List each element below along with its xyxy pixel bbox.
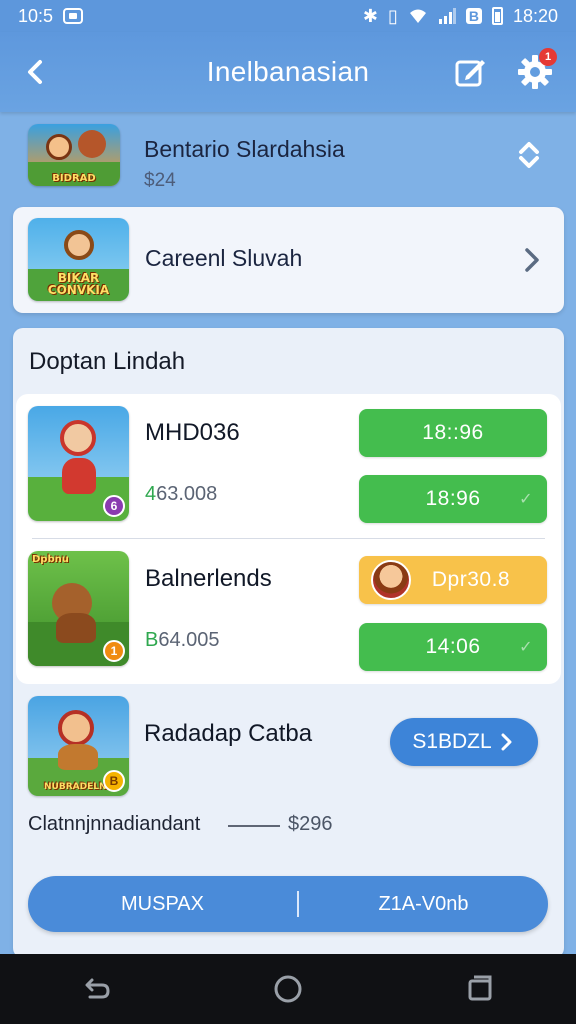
check-icon: ✓ [519,639,533,656]
edit-icon[interactable] [452,54,488,90]
right-action-button[interactable]: Z1A-V0nb [299,876,548,932]
total-label: Clatnnjnnadiandant [28,813,201,835]
game-thumbnail: BIKAR CONVKIA [28,218,129,301]
left-action-button[interactable]: MUSPAX [28,876,297,932]
current-game-card[interactable]: BIKAR CONVKIA Careenl Sluvah [13,207,564,313]
select-button[interactable]: S1BDZL [390,718,538,766]
status-time-left: 10:5 [18,5,54,26]
time-button[interactable]: 18:96 ✓ [359,475,547,523]
coin-badge: 6 [103,495,125,517]
bluetooth-icon: ✱ [362,5,378,26]
coin-badge: 1 [103,640,125,662]
signal-icon [438,8,456,24]
item-name: MHD036 [145,419,240,446]
settings-button[interactable]: 1 [515,48,557,92]
back-arrow-icon[interactable] [18,54,54,90]
item-name: Balnerlends [145,565,272,592]
chevron-right-icon [501,733,512,751]
battery-icon [491,7,503,25]
page-title: Inelbanasian [206,56,370,87]
time-button[interactable]: 14:06 ✓ [359,623,547,671]
game-title: Bentario Slardahsia [144,136,345,162]
panel-title: Doptan Lindah [29,348,186,375]
item-price: B64.005 [145,629,220,651]
game-thumbnail: BIDRAD [28,124,120,186]
avatar [371,560,411,600]
notification-badge: 1 [539,48,557,66]
vibrate-icon: ▯ [387,5,398,26]
game-thumbnail: NUBRADELNS B [28,696,129,796]
item-name: Radadap Catba [144,720,313,747]
sort-up-down-icon[interactable] [512,138,546,172]
bottom-action-bar: MUSPAX Z1A-V0nb [28,876,548,932]
chevron-right-icon [525,248,539,272]
options-list: 6 MHD036 463.008 18::96 18:96 ✓ Dpbnu 1 … [16,394,561,684]
notification-icon [63,8,84,24]
time-button[interactable]: 18::96 [359,409,547,457]
game-thumbnail: 6 [28,406,129,521]
app-bar: Inelbanasian 1 [0,32,576,112]
home-nav-icon[interactable] [268,969,308,1009]
system-nav-bar [0,954,576,1024]
current-game-label: Careenl Sluvah [145,245,303,271]
item-price: 463.008 [145,483,218,505]
status-time-right: 18:20 [512,5,558,26]
offer-button[interactable]: Dpr30.8 [359,556,547,604]
options-panel: Doptan Lindah 6 MHD036 463.008 18::96 18… [13,328,564,958]
recents-nav-icon[interactable] [460,969,500,1009]
data-icon: B [465,8,482,24]
divider [228,825,280,827]
selected-game-header: BIDRAD Bentario Slardahsia $24 [0,112,576,202]
back-nav-icon[interactable] [76,969,116,1009]
wifi-icon [409,9,426,23]
divider [32,538,545,539]
total-amount: $296 [288,813,333,835]
status-bar: 10:5 ✱ ▯ B 18:20 [0,0,576,32]
game-thumbnail: Dpbnu 1 [28,551,129,666]
total-row: Clatnnjnnadiandant $296 [28,813,548,843]
coin-badge: B [103,770,125,792]
game-subtitle: $24 [144,170,176,191]
check-icon: ✓ [519,491,533,508]
